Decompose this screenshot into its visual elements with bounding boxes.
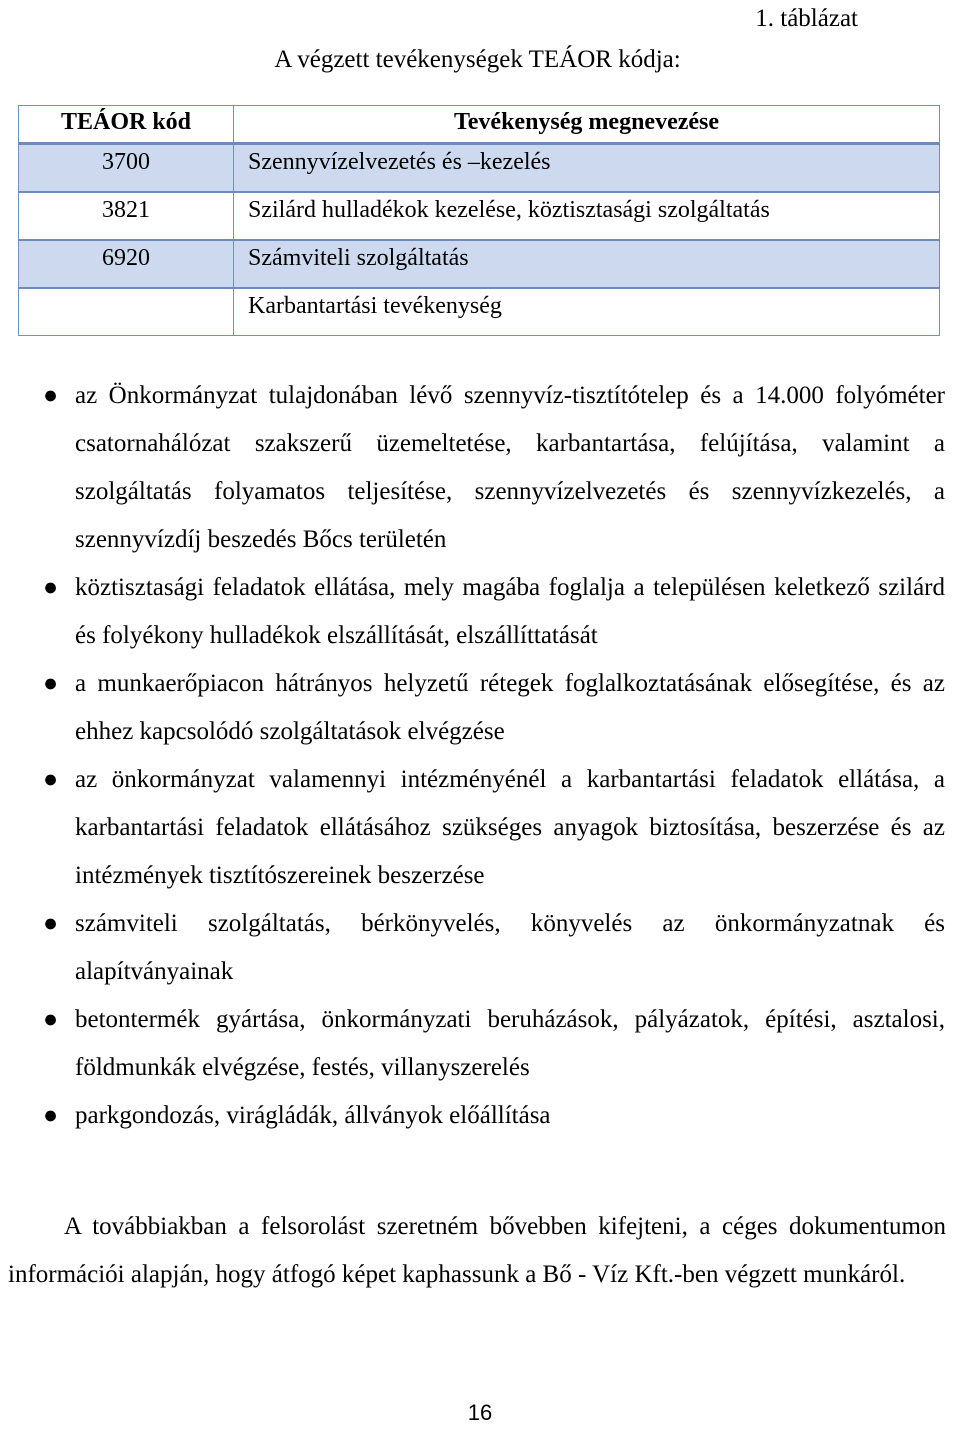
- bullet-dot-icon: ●: [43, 382, 59, 409]
- closing-paragraph: A továbbiakban a felsorolást szeretném b…: [8, 1213, 946, 1288]
- table-cell-name: Szilárd hulladékok kezelése, köztisztasá…: [233, 191, 940, 241]
- section-subtitle: A végzett tevékenységek TEÁOR kódja:: [274, 46, 681, 73]
- table-header-row: TEÁOR kód Tevékenység megnevezése: [18, 105, 940, 145]
- list-item: ● számviteli szolgáltatás, bérkönyvelés,…: [0, 900, 960, 996]
- document-page: 1. táblázat A végzett tevékenységek TEÁO…: [0, 0, 960, 1440]
- page-number: 16: [467, 1400, 493, 1425]
- body-content: ● az Önkormányzat tulajdonában lévő szen…: [0, 372, 960, 1140]
- list-item-text: az Önkormányzat tulajdonában lévő szenny…: [75, 382, 945, 553]
- activity-bullet-list: ● az Önkormányzat tulajdonában lévő szen…: [0, 372, 960, 1140]
- teaor-code-table: TEÁOR kód Tevékenység megnevezése 3700 S…: [18, 105, 940, 336]
- list-item: ● az önkormányzat valamennyi intézményén…: [0, 756, 960, 900]
- table-cell-code: 6920: [18, 239, 234, 289]
- list-item-text: számviteli szolgáltatás, bérkönyvelés, k…: [75, 910, 945, 985]
- table-row: 6920 Számviteli szolgáltatás: [18, 239, 940, 289]
- list-item-text: köztisztasági feladatok ellátása, mely m…: [75, 574, 945, 649]
- table-cell-name: Számviteli szolgáltatás: [233, 239, 940, 289]
- list-item: ● köztisztasági feladatok ellátása, mely…: [0, 564, 960, 660]
- list-item: ● az Önkormányzat tulajdonában lévő szen…: [0, 372, 960, 564]
- list-item-text: az önkormányzat valamennyi intézményénél…: [75, 766, 945, 889]
- table-row: 3821 Szilárd hulladékok kezelése, köztis…: [18, 191, 940, 241]
- table-caption: 1. táblázat: [755, 5, 858, 32]
- bullet-dot-icon: ●: [43, 910, 59, 937]
- list-item-text: parkgondozás, virágládák, állványok előá…: [75, 1102, 551, 1129]
- table-row: Karbantartási tevékenység: [18, 287, 940, 336]
- bullet-dot-icon: ●: [43, 766, 59, 793]
- bullet-dot-icon: ●: [43, 670, 59, 697]
- list-item: ● betontermék gyártása, önkormányzati be…: [0, 996, 960, 1092]
- table-cell-code: 3700: [18, 142, 234, 193]
- table-header-code: TEÁOR kód: [18, 105, 234, 145]
- table-cell-name: Szennyvízelvezetés és –kezelés: [233, 142, 940, 193]
- list-item-text: a munkaerőpiacon hátrányos helyzetű réte…: [75, 670, 945, 745]
- table-header-name: Tevékenység megnevezése: [233, 105, 940, 145]
- list-item-text: betontermék gyártása, önkormányzati beru…: [75, 1006, 945, 1081]
- list-item: ● a munkaerőpiacon hátrányos helyzetű ré…: [0, 660, 960, 756]
- bullet-dot-icon: ●: [43, 1102, 59, 1129]
- table-cell-code: [18, 287, 234, 336]
- table-row: 3700 Szennyvízelvezetés és –kezelés: [18, 142, 940, 193]
- table-cell-code: 3821: [18, 191, 234, 241]
- bullet-dot-icon: ●: [43, 1006, 59, 1033]
- list-item: ● parkgondozás, virágládák, állványok el…: [0, 1092, 960, 1140]
- bullet-dot-icon: ●: [43, 574, 59, 601]
- table-cell-name: Karbantartási tevékenység: [233, 287, 940, 336]
